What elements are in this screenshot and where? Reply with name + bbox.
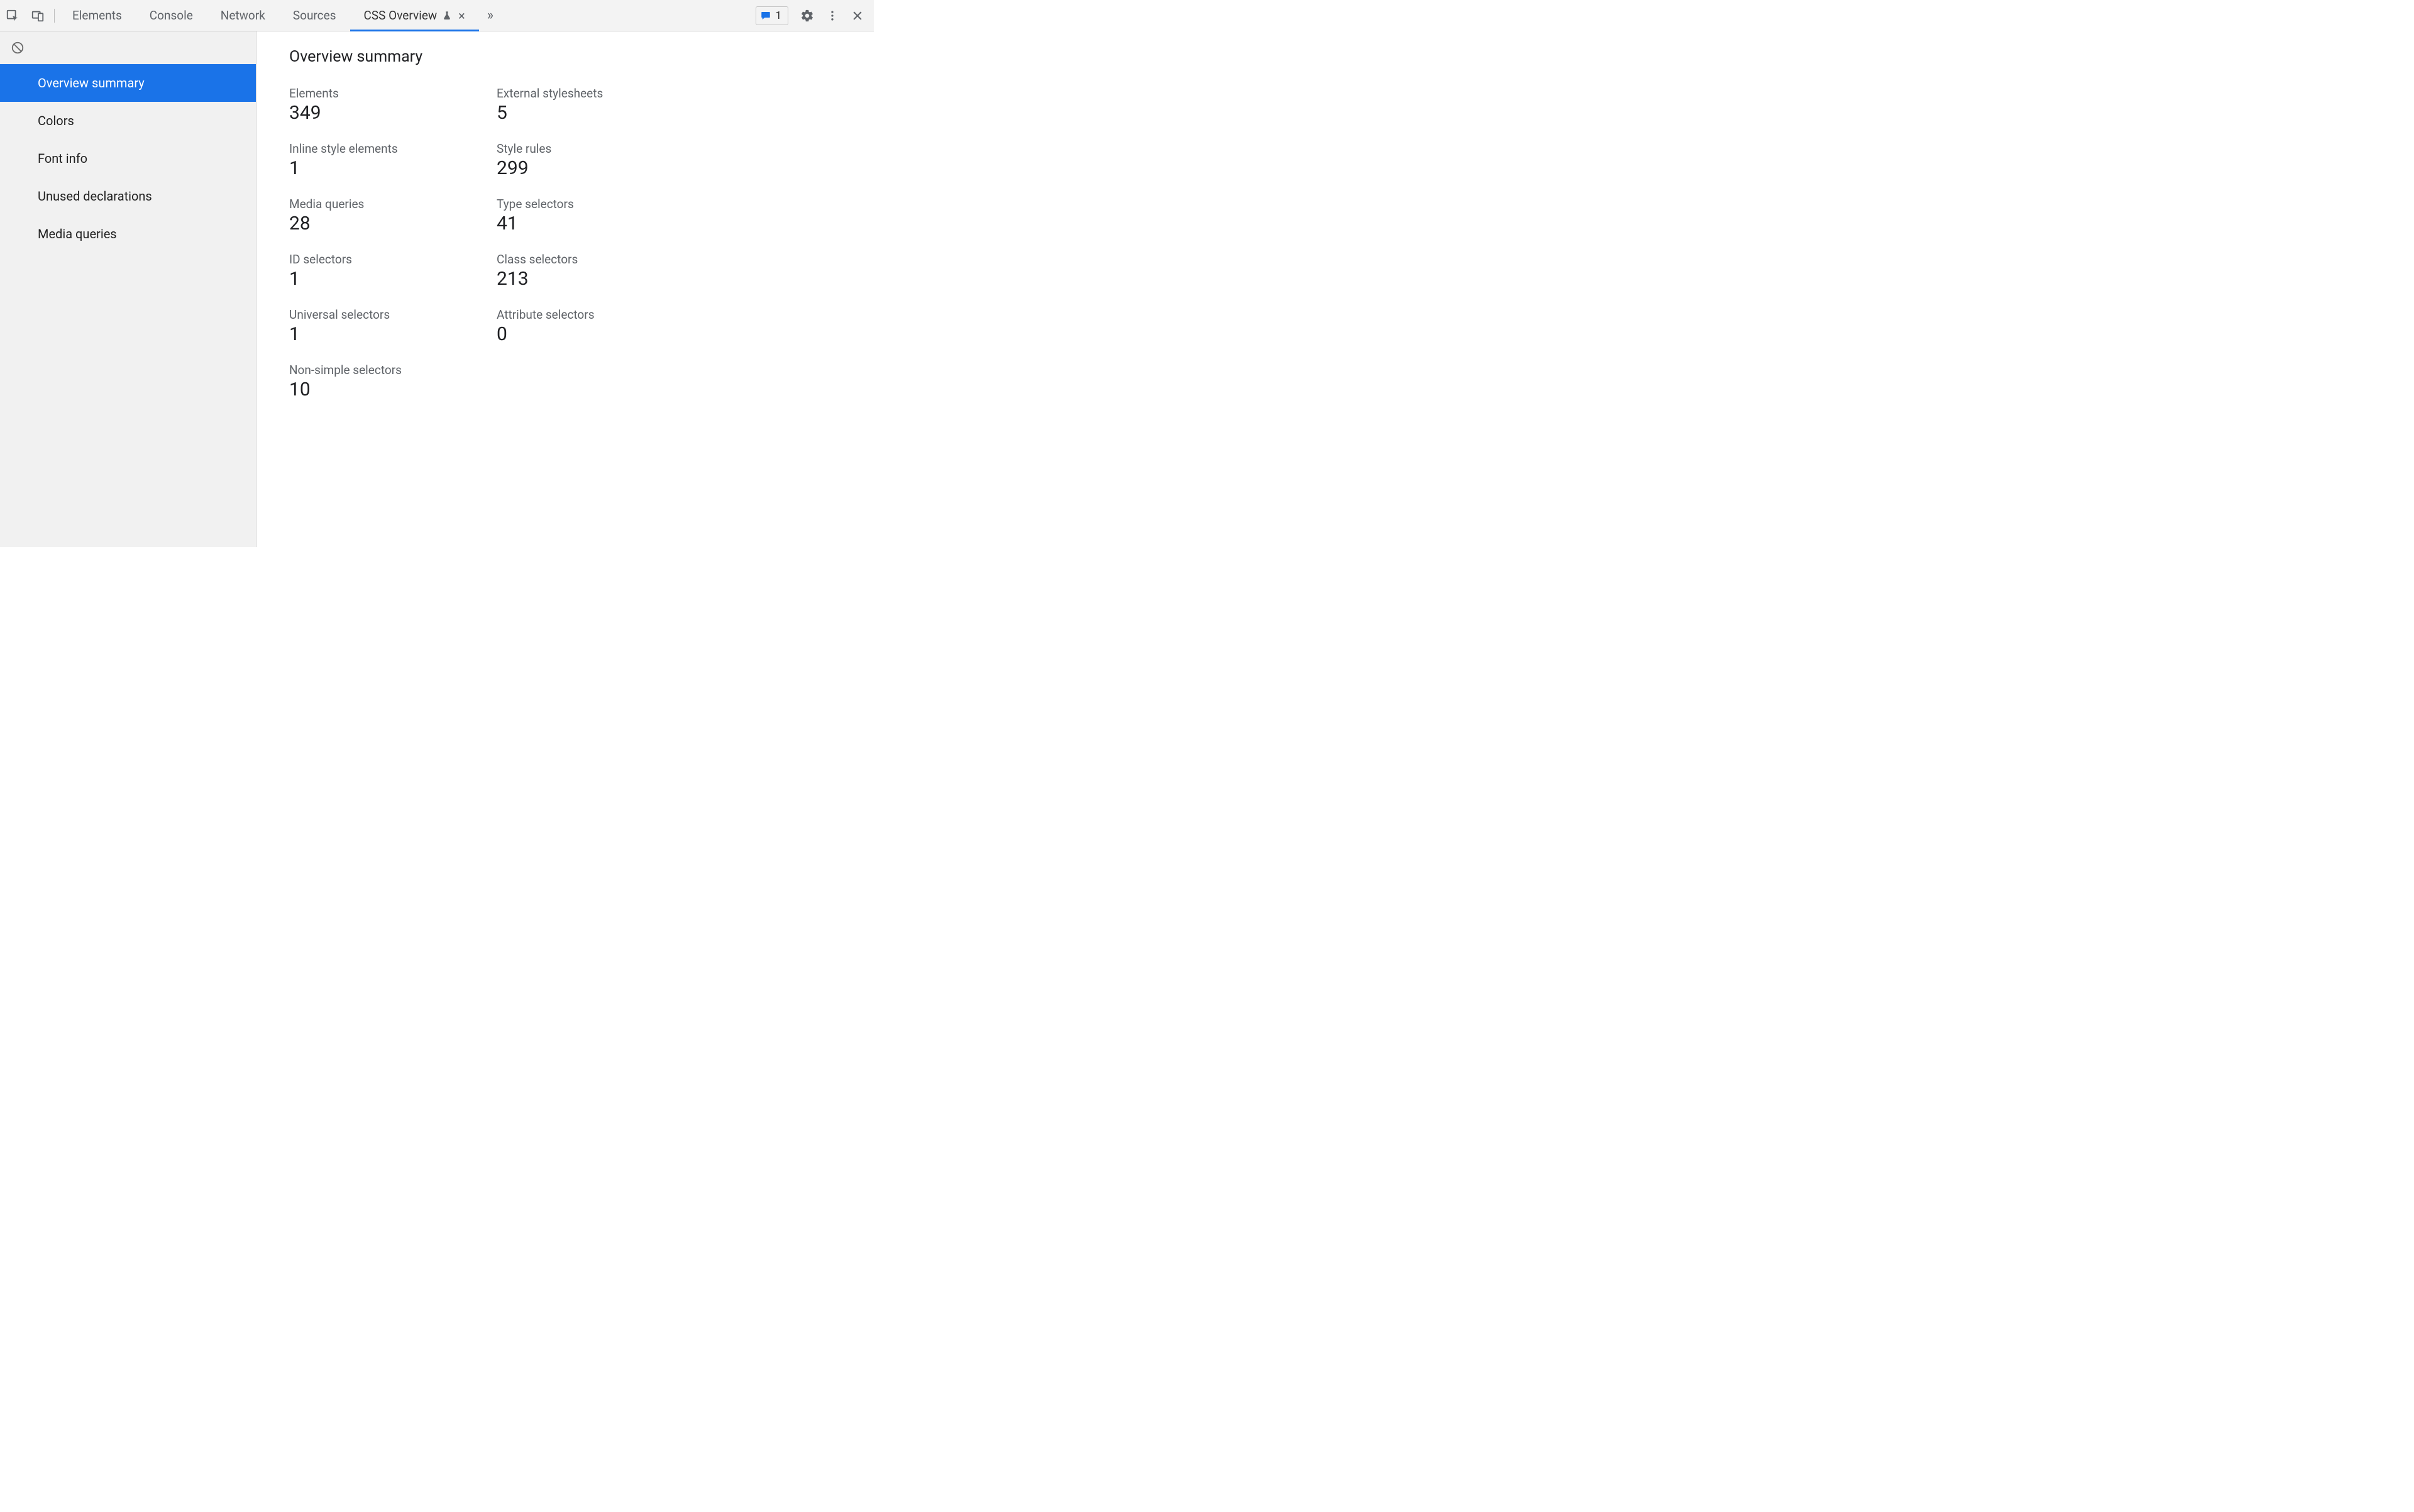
stat-value: 213: [497, 268, 692, 290]
stat-type-selectors: Type selectors 41: [497, 197, 692, 235]
experiment-icon: [442, 10, 452, 21]
sidebar-item-unused-declarations[interactable]: Unused declarations: [0, 177, 256, 215]
sidebar-toolbar: [0, 31, 256, 64]
gear-icon: [800, 9, 814, 23]
stat-label: Non-simple selectors: [289, 363, 484, 377]
stat-value: 1: [289, 323, 484, 345]
tabstrip-left: Elements Console Network Sources CSS Ove…: [0, 0, 756, 31]
stat-value: 41: [497, 212, 692, 235]
sidebar-item-label: Media queries: [38, 226, 117, 241]
stat-value: 28: [289, 212, 484, 235]
clear-overview-button[interactable]: [9, 39, 26, 57]
device-toolbar-button[interactable]: [25, 0, 50, 31]
tab-label: Network: [221, 8, 265, 23]
stat-media-queries: Media queries 28: [289, 197, 484, 235]
stat-label: Elements: [289, 86, 484, 101]
stat-value: 5: [497, 102, 692, 124]
tab-elements[interactable]: Elements: [58, 0, 136, 31]
sidebar-item-media-queries[interactable]: Media queries: [0, 215, 256, 253]
stat-value: 10: [289, 378, 484, 400]
issues-button[interactable]: 1: [756, 6, 788, 25]
tab-close-button[interactable]: ×: [458, 9, 465, 22]
stat-value: 0: [497, 323, 692, 345]
stat-external-stylesheets: External stylesheets 5: [497, 86, 692, 124]
stat-label: Inline style elements: [289, 141, 484, 156]
sidebar-item-overview-summary[interactable]: Overview summary: [0, 64, 256, 102]
stat-value: 349: [289, 102, 484, 124]
stat-value: 1: [289, 268, 484, 290]
stat-value: 1: [289, 157, 484, 179]
close-icon: [851, 9, 864, 22]
sidebar-item-label: Font info: [38, 151, 87, 166]
tab-label: CSS Overview: [364, 8, 438, 23]
stat-label: External stylesheets: [497, 86, 692, 101]
sidebar-item-colors[interactable]: Colors: [0, 102, 256, 140]
panel-body: Overview summary Colors Font info Unused…: [0, 31, 874, 547]
issues-count: 1: [775, 9, 781, 22]
device-icon: [31, 9, 45, 23]
page-title: Overview summary: [289, 48, 849, 66]
stat-id-selectors: ID selectors 1: [289, 252, 484, 290]
more-vertical-icon: [826, 9, 839, 22]
stat-label: Attribute selectors: [497, 307, 692, 322]
message-icon: [760, 10, 771, 21]
devtools-tabstrip: Elements Console Network Sources CSS Ove…: [0, 0, 874, 31]
stat-style-rules: Style rules 299: [497, 141, 692, 179]
tab-label: Console: [150, 8, 193, 23]
stat-label: ID selectors: [289, 252, 484, 267]
stat-non-simple-selectors: Non-simple selectors 10: [289, 363, 484, 400]
more-tabs-button[interactable]: »: [479, 8, 502, 23]
inspect-icon: [6, 9, 19, 23]
tab-network[interactable]: Network: [207, 0, 279, 31]
tabstrip-right: 1: [756, 0, 874, 31]
sidebar-item-label: Unused declarations: [38, 189, 152, 204]
stat-value: 299: [497, 157, 692, 179]
stat-label: Style rules: [497, 141, 692, 156]
stat-attribute-selectors: Attribute selectors 0: [497, 307, 692, 345]
stat-elements: Elements 349: [289, 86, 484, 124]
stat-label: Universal selectors: [289, 307, 484, 322]
tab-css-overview[interactable]: CSS Overview ×: [350, 0, 479, 31]
stats-grid: Elements 349 External stylesheets 5 Inli…: [289, 86, 849, 400]
sidebar-item-label: Colors: [38, 113, 74, 128]
stat-class-selectors: Class selectors 213: [497, 252, 692, 290]
divider: [54, 9, 55, 23]
chevron-right-double-icon: »: [487, 8, 493, 23]
stat-label: Media queries: [289, 197, 484, 211]
sidebar-item-font-info[interactable]: Font info: [0, 140, 256, 177]
tab-sources[interactable]: Sources: [279, 0, 350, 31]
sidebar-item-label: Overview summary: [38, 75, 145, 91]
stat-universal-selectors: Universal selectors 1: [289, 307, 484, 345]
close-devtools-button[interactable]: [845, 0, 870, 31]
stat-label: Type selectors: [497, 197, 692, 211]
tab-label: Sources: [293, 8, 336, 23]
inspect-element-button[interactable]: [0, 0, 25, 31]
tab-console[interactable]: Console: [136, 0, 207, 31]
stat-label: Class selectors: [497, 252, 692, 267]
tab-label: Elements: [72, 8, 122, 23]
css-overview-main: Overview summary Elements 349 External s…: [256, 31, 874, 547]
settings-button[interactable]: [795, 0, 820, 31]
kebab-menu-button[interactable]: [820, 0, 845, 31]
css-overview-sidebar: Overview summary Colors Font info Unused…: [0, 31, 256, 547]
stat-inline-style-elements: Inline style elements 1: [289, 141, 484, 179]
clear-icon: [11, 41, 25, 55]
